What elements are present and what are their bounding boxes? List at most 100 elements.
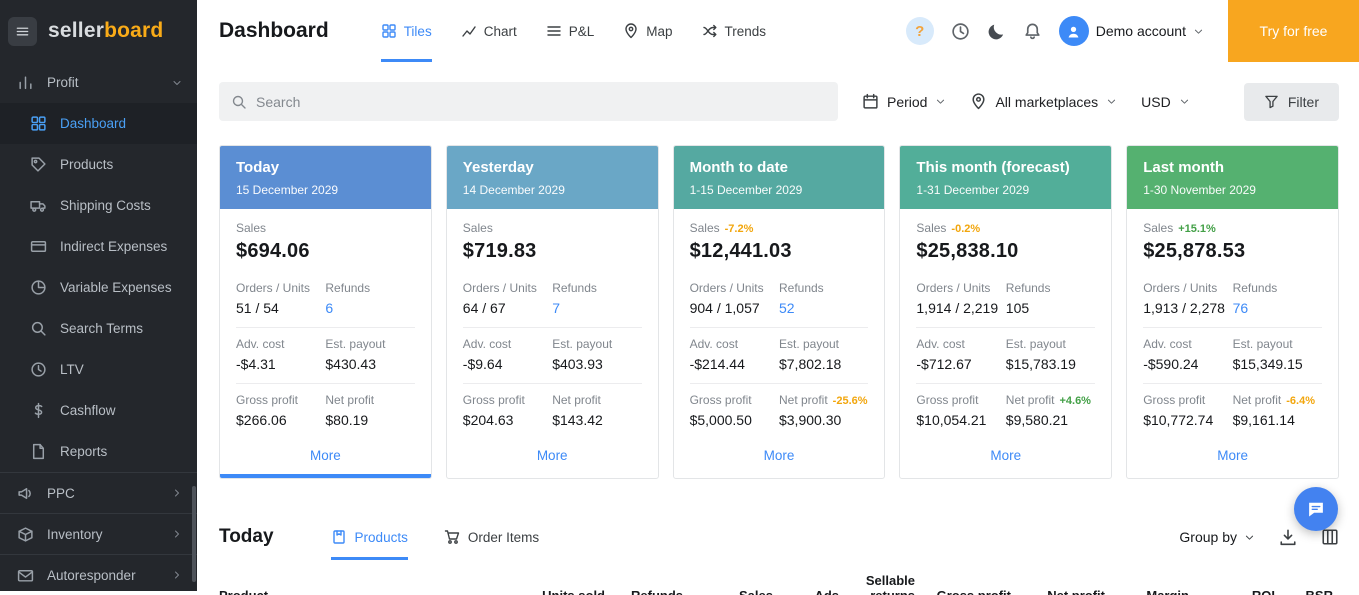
adv-cost-value: -$9.64 xyxy=(463,356,552,372)
more-link[interactable]: More xyxy=(690,439,869,463)
refunds-value[interactable]: 7 xyxy=(552,300,641,316)
history-button[interactable] xyxy=(951,22,970,41)
column-header-net-profit[interactable]: Net profit xyxy=(1017,588,1111,595)
column-header-sellable-returns[interactable]: Sellable returns xyxy=(845,573,921,595)
adv-cost-label: Adv. cost xyxy=(463,337,552,351)
tile-date-range: 1-30 November 2029 xyxy=(1143,183,1322,197)
trends-shuffle-icon xyxy=(702,23,718,39)
chevron-down-icon xyxy=(1193,26,1204,37)
refunds-value[interactable]: 76 xyxy=(1233,300,1322,316)
sidebar-item-indirect-expenses[interactable]: Indirect Expenses xyxy=(0,226,197,267)
period-dropdown[interactable]: Period xyxy=(862,93,946,110)
column-header-product[interactable]: Product xyxy=(219,588,527,595)
search-icon xyxy=(231,94,247,110)
est-payout-label: Est. payout xyxy=(552,337,641,351)
tile-date-range: 1-31 December 2029 xyxy=(916,183,1095,197)
refunds-value[interactable]: 6 xyxy=(325,300,414,316)
column-header-gross-profit[interactable]: Gross profit xyxy=(921,588,1017,595)
currency-dropdown[interactable]: USD xyxy=(1141,94,1190,110)
tab-chart[interactable]: Chart xyxy=(461,0,517,62)
adv-cost-label: Adv. cost xyxy=(690,337,779,351)
column-header-ads[interactable]: Ads xyxy=(779,588,845,595)
sidebar-item-dashboard[interactable]: Dashboard xyxy=(0,103,197,144)
tab-map[interactable]: Map xyxy=(623,0,672,62)
account-menu[interactable]: Demo account xyxy=(1059,16,1204,46)
search-box[interactable] xyxy=(219,82,838,121)
orders-units-label: Orders / Units xyxy=(463,281,552,295)
help-glyph: ? xyxy=(915,23,924,40)
sidebar-scrollbar[interactable] xyxy=(192,486,196,582)
sales-value: $12,441.03 xyxy=(690,240,869,263)
help-button[interactable]: ? xyxy=(906,17,934,45)
dark-mode-toggle[interactable] xyxy=(987,22,1006,41)
line-chart-icon xyxy=(461,23,477,39)
tab-label: Order Items xyxy=(468,530,539,545)
net-profit-value: $3,900.30 xyxy=(779,412,868,428)
sidebar-item-label: Cashflow xyxy=(60,403,116,418)
more-link[interactable]: More xyxy=(236,439,415,463)
logo-part-seller: seller xyxy=(48,19,104,42)
notifications-button[interactable] xyxy=(1023,22,1042,41)
sidebar-logo-row: sellerboard xyxy=(0,0,197,62)
chevron-down-icon xyxy=(1179,96,1190,107)
search-input[interactable] xyxy=(256,94,826,110)
sidebar-item-profit[interactable]: Profit xyxy=(0,62,197,103)
chevron-down-icon xyxy=(935,96,946,107)
tab-pnl[interactable]: P&L xyxy=(546,0,595,62)
sidebar-item-shipping-costs[interactable]: Shipping Costs xyxy=(0,185,197,226)
orders-units-value: 51 / 54 xyxy=(236,300,325,316)
column-header-units-sold[interactable]: Units sold xyxy=(527,588,611,595)
sidebar-item-cashflow[interactable]: Cashflow xyxy=(0,390,197,431)
sellerboard-logo[interactable]: sellerboard xyxy=(48,19,163,43)
column-header-sales[interactable]: Sales xyxy=(689,588,779,595)
gross-profit-label: Gross profit xyxy=(916,393,1005,407)
column-header-roi[interactable]: ROI xyxy=(1195,588,1281,595)
sidebar-item-ltv[interactable]: LTV xyxy=(0,349,197,390)
net-profit-delta: -6.4% xyxy=(1286,395,1315,407)
document-icon xyxy=(30,443,47,460)
column-header-margin[interactable]: Margin xyxy=(1111,588,1195,595)
moon-icon xyxy=(987,22,1006,41)
download-button[interactable] xyxy=(1279,528,1297,546)
column-header-refunds[interactable]: Refunds xyxy=(611,588,689,595)
try-for-free-button[interactable]: Try for free xyxy=(1228,0,1359,62)
sidebar-item-variable-expenses[interactable]: Variable Expenses xyxy=(0,267,197,308)
tab-products[interactable]: Products xyxy=(331,514,408,560)
chat-widget-button[interactable] xyxy=(1294,487,1338,531)
sidebar-item-products[interactable]: Products xyxy=(0,144,197,185)
group-by-dropdown[interactable]: Group by xyxy=(1179,529,1255,545)
dashboard-grid-icon xyxy=(30,115,47,132)
refunds-value[interactable]: 52 xyxy=(779,300,868,316)
sidebar-item-label: Variable Expenses xyxy=(60,280,172,295)
sidebar-item-ppc[interactable]: PPC xyxy=(0,472,197,513)
tab-trends[interactable]: Trends xyxy=(702,0,767,62)
sidebar-item-inventory[interactable]: Inventory xyxy=(0,513,197,554)
chevron-right-icon xyxy=(171,528,183,540)
sidebar-item-label: Indirect Expenses xyxy=(60,239,167,254)
detail-tabs: Products Order Items xyxy=(331,514,540,560)
user-icon xyxy=(1065,23,1082,40)
orders-units-label: Orders / Units xyxy=(916,281,1005,295)
tab-order-items[interactable]: Order Items xyxy=(444,514,539,560)
sidebar-item-search-terms[interactable]: Search Terms xyxy=(0,308,197,349)
tab-label: P&L xyxy=(569,24,595,39)
columns-settings-button[interactable] xyxy=(1321,528,1339,546)
orders-units-value: 64 / 67 xyxy=(463,300,552,316)
sidebar-item-autoresponder[interactable]: Autoresponder xyxy=(0,554,197,595)
sidebar-item-reports[interactable]: Reports xyxy=(0,431,197,472)
hamburger-menu-button[interactable] xyxy=(8,17,37,46)
more-link[interactable]: More xyxy=(916,439,1095,463)
column-header-bsr[interactable]: BSR xyxy=(1281,588,1339,595)
orders-units-label: Orders / Units xyxy=(690,281,779,295)
filter-button[interactable]: Filter xyxy=(1244,83,1339,121)
detail-section-header: Today Products Order Items Group by xyxy=(219,514,1339,560)
marketplaces-dropdown[interactable]: All marketplaces xyxy=(970,93,1117,110)
more-link[interactable]: More xyxy=(1143,439,1322,463)
more-link[interactable]: More xyxy=(463,439,642,463)
tile-date-range: 14 December 2029 xyxy=(463,183,642,197)
box-icon xyxy=(331,529,347,545)
tab-tiles[interactable]: Tiles xyxy=(381,0,432,62)
page-title: Dashboard xyxy=(219,19,329,43)
hamburger-icon xyxy=(15,24,30,39)
header-actions: ? Demo account xyxy=(906,0,1228,62)
